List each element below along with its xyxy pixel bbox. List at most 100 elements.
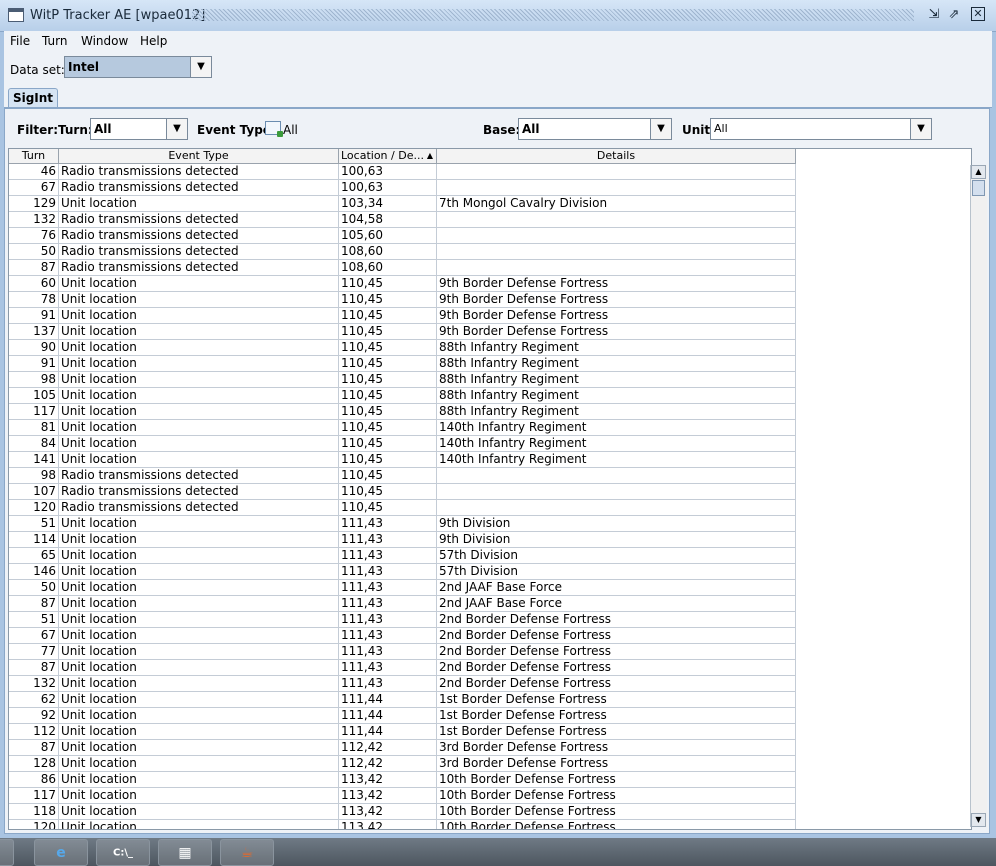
chevron-down-icon[interactable]: ▼ xyxy=(910,119,931,139)
title-bar[interactable]: WitP Tracker AE [wpae012] ⇲ ⇗ ✕ xyxy=(0,0,996,32)
column-details[interactable]: Details xyxy=(437,149,796,164)
table-row[interactable]: 146 Unit location 111,43 57th Division xyxy=(9,564,796,580)
base-filter-label: Base: xyxy=(483,123,521,137)
table-row[interactable]: 51 Unit location 111,43 9th Division xyxy=(9,516,796,532)
table-row[interactable]: 76 Radio transmissions detected 105,60 xyxy=(9,228,796,244)
table-row[interactable]: 87 Unit location 112,42 3rd Border Defense … xyxy=(9,740,796,756)
table-row[interactable]: 81 Unit location 110,45 140th Infantry Regi… xyxy=(9,420,796,436)
cell-event-type: Radio transmissions detected xyxy=(59,228,339,244)
cell-event-type: Unit location xyxy=(59,372,339,388)
table-row[interactable]: 137 Unit location 110,45 9th Border Defense… xyxy=(9,324,796,340)
table-row[interactable]: 91 Unit location 110,45 9th Border Defense … xyxy=(9,308,796,324)
close-icon[interactable]: ✕ xyxy=(971,7,985,21)
cell-event-type: Unit location xyxy=(59,196,339,212)
table-row[interactable]: 141 Unit location 110,45 140th Infantry Reg… xyxy=(9,452,796,468)
cell-location: 108,60 xyxy=(339,244,437,260)
table-row[interactable]: 78 Unit location 110,45 9th Border Defense … xyxy=(9,292,796,308)
calculator-taskbar-button[interactable]: ▦ xyxy=(158,839,212,866)
table-row[interactable]: 120 Radio transmissions detected 110,45 xyxy=(9,500,796,516)
scroll-thumb[interactable] xyxy=(972,180,985,196)
start-button[interactable] xyxy=(0,839,14,866)
table-row[interactable]: 98 Radio transmissions detected 110,45 xyxy=(9,468,796,484)
cell-event-type: Unit location xyxy=(59,644,339,660)
cell-turn: 50 xyxy=(9,244,59,260)
cell-location: 111,44 xyxy=(339,692,437,708)
maximize-icon[interactable]: ⇗ xyxy=(946,7,962,23)
cell-event-type: Radio transmissions detected xyxy=(59,260,339,276)
cell-details: 9th Division xyxy=(437,516,796,532)
table-row[interactable]: 117 Unit location 110,45 88th Infantry Regi… xyxy=(9,404,796,420)
table-row[interactable]: 90 Unit location 110,45 88th Infantry Regim… xyxy=(9,340,796,356)
table-row[interactable]: 50 Unit location 111,43 2nd JAAF Base Force xyxy=(9,580,796,596)
browser-taskbar-button[interactable]: e xyxy=(34,839,88,866)
window-icon xyxy=(8,8,24,22)
column-turn[interactable]: Turn xyxy=(9,149,59,164)
cell-location: 110,45 xyxy=(339,484,437,500)
table-row[interactable]: 65 Unit location 111,43 57th Division xyxy=(9,548,796,564)
chevron-down-icon[interactable]: ▼ xyxy=(166,119,187,139)
menu-help[interactable]: Help xyxy=(140,34,167,48)
minimize-icon[interactable]: ⇲ xyxy=(926,7,942,23)
tab-sigint[interactable]: SigInt xyxy=(8,88,58,107)
java-taskbar-button[interactable]: ☕ xyxy=(220,839,274,866)
table-row[interactable]: 62 Unit location 111,44 1st Border Defense … xyxy=(9,692,796,708)
table-row[interactable]: 117 Unit location 113,42 10th Border Defens… xyxy=(9,788,796,804)
column-location[interactable]: Location / De... ▲ xyxy=(339,149,437,164)
menu-file[interactable]: File xyxy=(10,34,30,48)
table-row[interactable]: 91 Unit location 110,45 88th Infantry Regim… xyxy=(9,356,796,372)
table-row[interactable]: 60 Unit location 110,45 9th Border Defense … xyxy=(9,276,796,292)
turn-filter-select[interactable]: All ▼ xyxy=(90,118,188,140)
cell-event-type: Radio transmissions detected xyxy=(59,484,339,500)
cell-details: 88th Infantry Regiment xyxy=(437,372,796,388)
cell-event-type: Unit location xyxy=(59,612,339,628)
cell-event-type: Unit location xyxy=(59,660,339,676)
chevron-down-icon[interactable]: ▼ xyxy=(650,119,671,139)
table-row[interactable]: 120 Unit location 113,42 10th Border Defens… xyxy=(9,820,796,829)
menu-turn[interactable]: Turn xyxy=(42,34,67,48)
table-row[interactable]: 67 Unit location 111,43 2nd Border Defense … xyxy=(9,628,796,644)
table-row[interactable]: 107 Radio transmissions detected 110,45 xyxy=(9,484,796,500)
table-row[interactable]: 132 Radio transmissions detected 104,58 xyxy=(9,212,796,228)
menu-window[interactable]: Window xyxy=(81,34,128,48)
events-table[interactable]: Turn Event Type Location / De... ▲ Detai… xyxy=(8,148,972,830)
table-row[interactable]: 77 Unit location 111,43 2nd Border Defense … xyxy=(9,644,796,660)
scroll-down-icon[interactable]: ▼ xyxy=(971,813,986,827)
table-row[interactable]: 98 Unit location 110,45 88th Infantry Regim… xyxy=(9,372,796,388)
cell-turn: 91 xyxy=(9,308,59,324)
table-row[interactable]: 129 Unit location 103,34 7th Mongol Cavalry… xyxy=(9,196,796,212)
table-row[interactable]: 118 Unit location 113,42 10th Border Defens… xyxy=(9,804,796,820)
cell-details: 140th Infantry Regiment xyxy=(437,436,796,452)
table-row[interactable]: 50 Radio transmissions detected 108,60 xyxy=(9,244,796,260)
event-type-filter-value[interactable]: All xyxy=(283,123,298,137)
table-row[interactable]: 46 Radio transmissions detected 100,63 xyxy=(9,164,796,180)
base-filter-select[interactable]: All ▼ xyxy=(518,118,672,140)
cell-location: 113,42 xyxy=(339,820,437,829)
cell-location: 104,58 xyxy=(339,212,437,228)
table-row[interactable]: 128 Unit location 112,42 3rd Border Defense… xyxy=(9,756,796,772)
table-row[interactable]: 105 Unit location 110,45 88th Infantry Regi… xyxy=(9,388,796,404)
cell-turn: 117 xyxy=(9,404,59,420)
table-row[interactable]: 132 Unit location 111,43 2nd Border Defense… xyxy=(9,676,796,692)
cell-details: 57th Division xyxy=(437,564,796,580)
table-row[interactable]: 112 Unit location 111,44 1st Border Defense… xyxy=(9,724,796,740)
terminal-taskbar-button[interactable]: C:\_ xyxy=(96,839,150,866)
event-type-icon[interactable] xyxy=(265,121,283,137)
chevron-down-icon[interactable]: ▼ xyxy=(190,57,211,77)
cell-details: 88th Infantry Regiment xyxy=(437,404,796,420)
scroll-up-icon[interactable]: ▲ xyxy=(971,165,986,179)
cell-details xyxy=(437,484,796,500)
table-row[interactable]: 87 Unit location 111,43 2nd Border Defense … xyxy=(9,660,796,676)
cell-event-type: Unit location xyxy=(59,420,339,436)
table-row[interactable]: 114 Unit location 111,43 9th Division xyxy=(9,532,796,548)
table-row[interactable]: 87 Unit location 111,43 2nd JAAF Base Force xyxy=(9,596,796,612)
table-row[interactable]: 84 Unit location 110,45 140th Infantry Regi… xyxy=(9,436,796,452)
table-row[interactable]: 87 Radio transmissions detected 108,60 xyxy=(9,260,796,276)
table-row[interactable]: 67 Radio transmissions detected 100,63 xyxy=(9,180,796,196)
vertical-scrollbar[interactable]: ▲ ▼ xyxy=(970,165,987,827)
column-event-type[interactable]: Event Type xyxy=(59,149,339,164)
table-row[interactable]: 86 Unit location 113,42 10th Border Defense… xyxy=(9,772,796,788)
table-row[interactable]: 51 Unit location 111,43 2nd Border Defense … xyxy=(9,612,796,628)
dataset-select[interactable]: Intel ▼ xyxy=(64,56,212,78)
unit-filter-select[interactable]: All ▼ xyxy=(710,118,932,140)
table-row[interactable]: 92 Unit location 111,44 1st Border Defense … xyxy=(9,708,796,724)
